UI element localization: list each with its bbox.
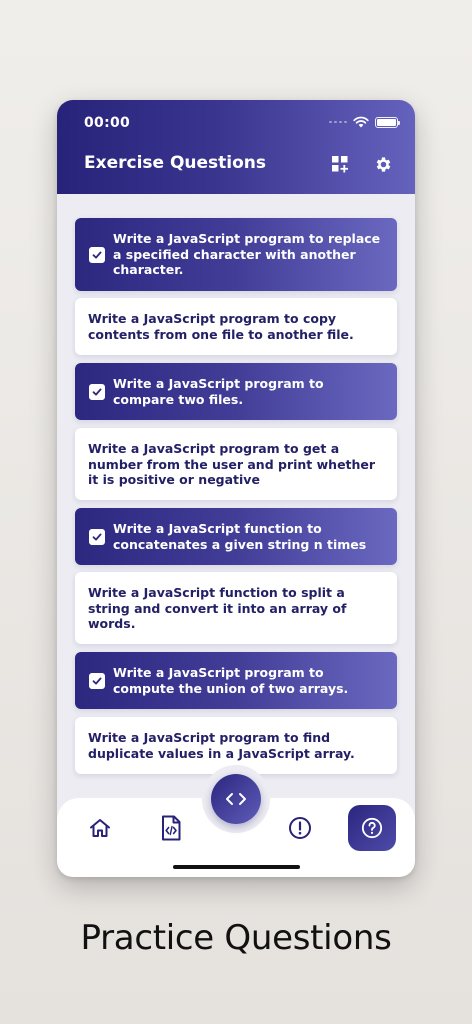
help-icon bbox=[361, 817, 383, 839]
question-card[interactable]: Write a JavaScript program to replace a … bbox=[75, 218, 397, 291]
question-card[interactable]: Write a JavaScript program to compare tw… bbox=[75, 363, 397, 420]
question-text: Write a JavaScript program to compute th… bbox=[113, 665, 349, 696]
status-icons bbox=[329, 115, 400, 129]
gear-icon bbox=[376, 156, 390, 172]
question-text: Write a JavaScript program to find dupli… bbox=[88, 730, 355, 761]
page: 00:00 Exercise Questions Write a JavaScr… bbox=[0, 0, 472, 1024]
grid-add-icon bbox=[332, 156, 348, 173]
battery-icon bbox=[375, 116, 400, 128]
question-card[interactable]: Write a JavaScript program to compute th… bbox=[75, 652, 397, 709]
caption: Practice Questions bbox=[80, 918, 392, 958]
home-icon bbox=[90, 819, 110, 837]
question-text: Write a JavaScript program to compare tw… bbox=[113, 376, 324, 407]
checkbox-checked-icon[interactable] bbox=[89, 383, 105, 400]
settings-button[interactable] bbox=[372, 153, 394, 175]
question-text: Write a JavaScript program to get a numb… bbox=[88, 441, 376, 487]
app-header: 00:00 Exercise Questions bbox=[57, 100, 415, 194]
nav-alert-button[interactable] bbox=[286, 814, 314, 842]
question-card[interactable]: Write a JavaScript function to concatena… bbox=[75, 508, 397, 565]
add-widget-button[interactable] bbox=[329, 153, 351, 175]
code-brackets-icon bbox=[226, 793, 246, 805]
question-card[interactable]: Write a JavaScript program to copy conte… bbox=[75, 298, 397, 355]
question-card[interactable]: Write a JavaScript function to split a s… bbox=[75, 572, 397, 644]
question-card[interactable]: Write a JavaScript program to get a numb… bbox=[75, 428, 397, 500]
nav-code-file-button[interactable] bbox=[157, 814, 185, 842]
signal-icon bbox=[329, 121, 347, 123]
code-fab-button[interactable] bbox=[211, 774, 261, 824]
question-text: Write a JavaScript program to copy conte… bbox=[88, 311, 354, 342]
page-title: Exercise Questions bbox=[84, 153, 267, 173]
status-time: 00:00 bbox=[84, 115, 131, 131]
checkbox-checked-icon[interactable] bbox=[89, 672, 105, 689]
nav-help-button[interactable] bbox=[348, 805, 396, 851]
nav-home-button[interactable] bbox=[86, 814, 114, 842]
code-file-icon bbox=[162, 815, 181, 841]
wifi-icon bbox=[353, 116, 369, 128]
checkbox-checked-icon[interactable] bbox=[89, 246, 105, 263]
home-indicator bbox=[173, 865, 300, 869]
checkbox-checked-icon[interactable] bbox=[89, 528, 105, 545]
question-text: Write a JavaScript program to replace a … bbox=[113, 231, 381, 277]
question-text: Write a JavaScript function to concatena… bbox=[113, 521, 367, 552]
question-text: Write a JavaScript function to split a s… bbox=[88, 585, 347, 631]
alert-icon bbox=[289, 817, 311, 839]
phone-frame: 00:00 Exercise Questions Write a JavaScr… bbox=[57, 100, 415, 877]
